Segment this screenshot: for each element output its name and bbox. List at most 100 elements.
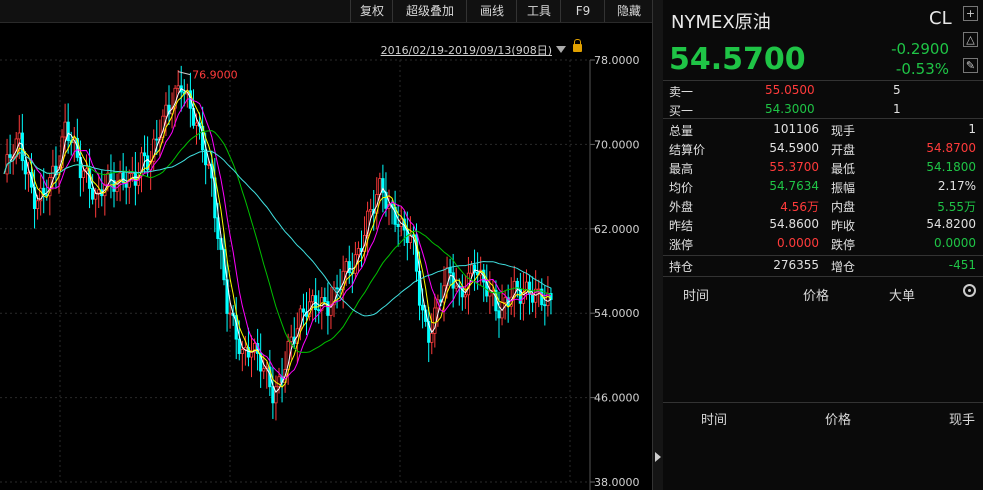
candle-body [497,310,501,319]
candle-body [84,168,89,172]
trades-header-qty: 现手 [949,413,976,428]
stat-value: 55.3700 [769,160,819,174]
stat-label: 现手 [831,124,856,138]
candle-body [23,160,27,175]
y-tick-label: 46.0000 [594,392,640,405]
stats-row: 结算价 54.5900 开盘 54.8700 [663,139,983,158]
stats-row: 涨停 0.0000 跌停 0.0000 [663,234,983,253]
orderbook-ask-row: 卖一 55.0500 5 [663,81,983,100]
ask-qty: 5 [893,83,901,97]
divider [663,276,983,277]
bid-price: 54.3000 [765,102,815,116]
stat-label: 总量 [669,124,694,138]
stat-label: 跌停 [831,238,856,252]
candle-body [194,122,199,126]
edit-icon[interactable]: ✎ [963,58,978,73]
gear-icon[interactable] [963,284,976,297]
candle-body [335,287,339,290]
candle-body [289,336,293,342]
chart-panel[interactable]: 复权 超级叠加 画线 工具 F9 隐藏 2016/02/19-2019/09/1… [0,0,652,490]
candle-body [133,171,137,186]
candle-body [378,178,382,195]
stat-label: 最低 [831,162,856,176]
add-icon[interactable]: + [963,6,978,21]
ma20-line [3,97,552,380]
y-tick-label: 62.0000 [594,223,640,236]
ma5-line [3,88,552,393]
candle-body [503,297,507,303]
panel-splitter[interactable] [652,0,663,490]
candle-body [17,132,21,140]
price-change-pct: -0.53% [895,60,949,78]
collapse-arrow-icon[interactable] [655,452,661,462]
bell-icon[interactable]: △ [963,32,978,47]
divider [663,118,983,119]
stat-label: 昨收 [831,219,856,233]
candle-body [326,301,330,316]
candle-body [207,163,211,166]
y-tick-label: 78.0000 [594,54,640,67]
stat-value: 54.8200 [926,217,976,231]
candle-body [237,338,241,354]
ma10-line [3,89,552,388]
candle-body [301,308,306,313]
candle-body [543,304,547,307]
stat-value: 4.56万 [780,200,819,214]
candle-body [36,200,40,210]
stat-label: 最高 [669,162,694,176]
y-tick-label: 70.0000 [594,138,640,151]
candle-body [454,285,458,289]
candle-body [451,272,455,289]
candle-body [369,209,373,212]
stat-label: 均价 [669,181,694,195]
stats-row: 最高 55.3700 最低 54.1800 [663,158,983,177]
oi-change-value: -451 [948,258,976,272]
oi-label: 持仓 [669,260,694,274]
stat-value: 1 [968,122,976,136]
candle-body [421,304,425,311]
stat-value: 54.1800 [926,160,976,174]
stat-label: 结算价 [669,143,706,157]
instrument-code: CL [929,8,952,29]
candle-body [66,121,70,141]
ask-label: 卖一 [669,85,694,99]
candle-body [448,267,452,274]
candle-body [240,349,244,354]
price-change: -0.2900 [891,40,949,58]
candlestick-chart[interactable]: 78.0000 70.0000 62.0000 54.0000 46.0000 38.00… [0,0,652,490]
y-tick-label: 54.0000 [594,307,640,320]
oi-value: 276355 [773,258,819,272]
candle-body [176,85,180,89]
stat-value: 54.8700 [926,141,976,155]
stat-label: 涨停 [669,238,694,252]
stat-label: 内盘 [831,200,856,214]
stat-label: 开盘 [831,143,856,157]
stat-value: 0.0000 [777,236,819,250]
oi-change-label: 增仓 [831,260,856,274]
ticks-header-price: 价格 [803,289,830,304]
candle-body [317,309,321,312]
candle-body [430,332,434,343]
ask-price: 55.0500 [765,83,815,97]
stat-label: 昨结 [669,219,694,233]
high-annotation-label: 76.9000 [192,69,238,82]
candle-body [155,138,159,141]
stat-label: 外盘 [669,200,694,214]
stats-row: 总量 101106 现手 1 [663,120,983,139]
y-tick-label: 38.0000 [594,476,640,489]
trades-header-price: 价格 [825,413,852,428]
candle-body [469,264,474,274]
candle-body [271,386,275,404]
open-interest-row: 持仓 276355 增仓 -451 [663,256,983,275]
candle-body [51,165,55,178]
orderbook-bid-row: 买一 54.3000 1 [663,100,983,119]
candle-body [228,312,232,315]
stats-row: 昨结 54.8600 昨收 54.8200 [663,215,983,234]
ticks-header-time: 时间 [683,289,710,304]
divider [663,402,983,403]
stat-label: 振幅 [831,181,856,195]
stat-value: 54.5900 [769,141,819,155]
candle-body [537,288,541,291]
stat-value: 54.7634 [769,179,819,193]
stat-value: 5.55万 [937,200,976,214]
